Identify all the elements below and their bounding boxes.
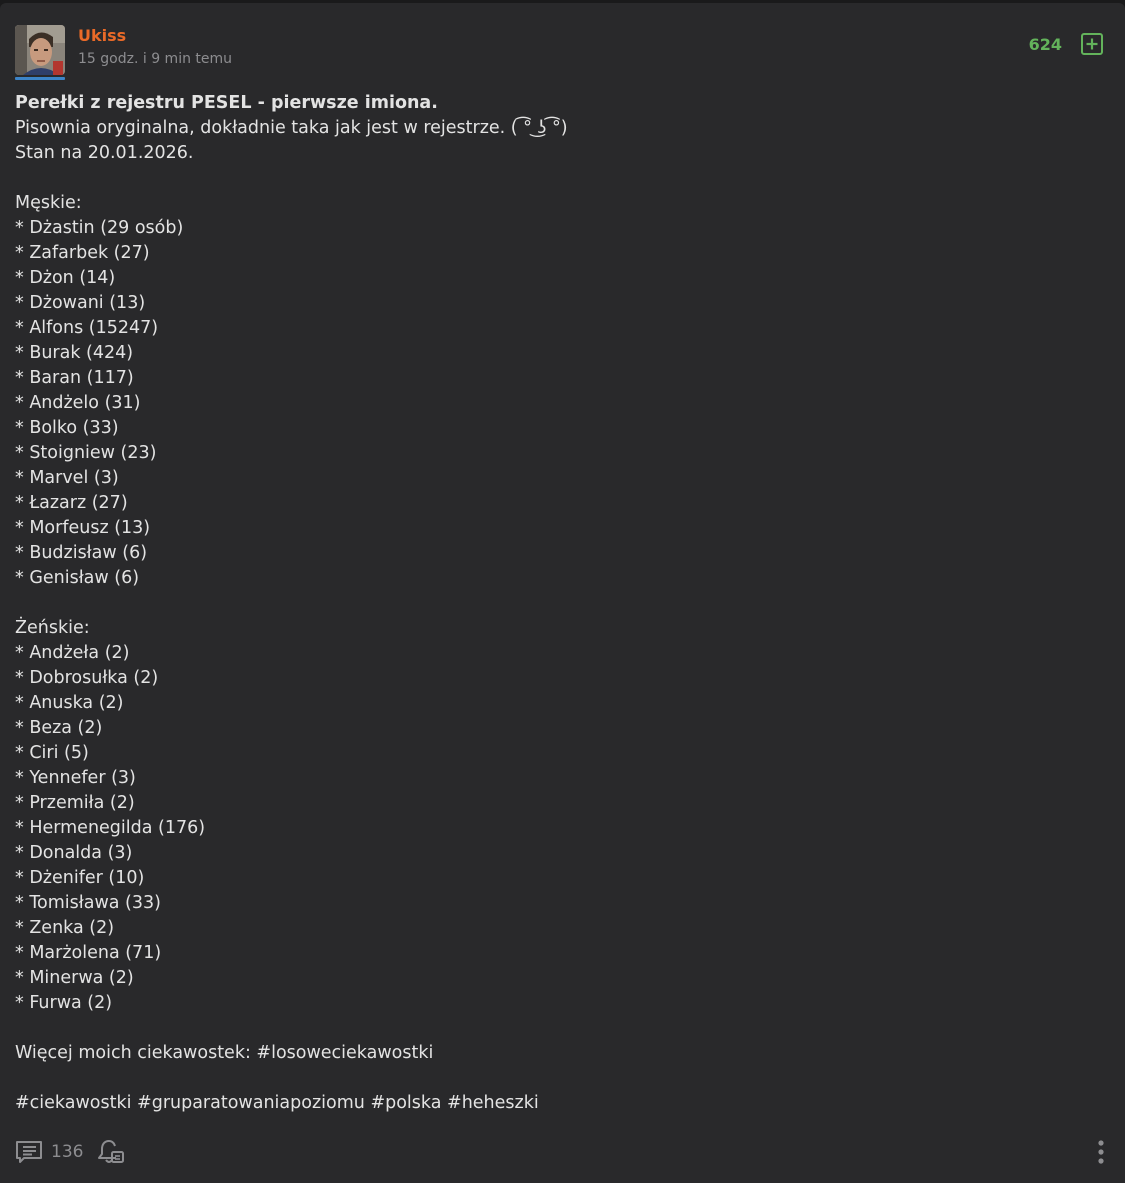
male-header: Męskie: [15,193,82,213]
list-item: * Marżolena (71) [15,943,162,963]
list-item: * Bolko (33) [15,418,119,438]
more-options-button[interactable] [1093,1139,1109,1165]
post-timestamp[interactable]: 15 godz. i 9 min temu [78,50,232,68]
tag-link[interactable]: #gruparatowaniapoziomu [137,1093,365,1113]
tag-link[interactable]: #polska [370,1093,441,1113]
upvote-button[interactable] [1081,33,1103,55]
list-item: * Andżeła (2) [15,643,130,663]
tag-link[interactable]: #losoweciekawostki [256,1043,433,1063]
list-item: * Zenka (2) [15,918,115,938]
comments-count[interactable]: 136 [51,1141,83,1163]
tag-link[interactable]: #heheszki [447,1093,539,1113]
list-item: * Yennefer (3) [15,768,136,788]
entry-footer: 136 [15,1138,1110,1166]
list-item: * Ciri (5) [15,743,89,763]
bell-icon [98,1140,124,1163]
list-item: * Stoigniew (23) [15,443,157,463]
avatar[interactable] [15,25,65,75]
list-item: * Morfeusz (13) [15,518,151,538]
list-item: * Marvel (3) [15,468,119,488]
list-item: * Alfons (15247) [15,318,159,338]
list-item: * Andżelo (31) [15,393,141,413]
list-item: * Minerwa (2) [15,968,134,988]
tag-link[interactable]: #ciekawostki [15,1093,131,1113]
list-item: * Hermenegilda (176) [15,818,206,838]
more-vertical-icon [1098,1140,1104,1164]
list-item: * Anuska (2) [15,693,124,713]
observe-button[interactable] [97,1138,125,1166]
list-item: * Genisław (6) [15,568,140,588]
list-item: * Budzisław (6) [15,543,148,563]
list-item: * Dżon (14) [15,268,116,288]
list-item: * Dobrosułka (2) [15,668,159,688]
vote-count: 624 [1028,35,1062,54]
list-item: * Burak (424) [15,343,134,363]
list-item: * Donalda (3) [15,843,133,863]
date-line: Stan na 20.01.2026. [15,143,194,163]
intro-line: Pisownia oryginalna, dokładnie taka jak … [15,118,568,138]
plus-square-icon [1081,33,1103,55]
list-item: * Dżastin (29 osób) [15,218,184,238]
list-item: * Baran (117) [15,368,134,388]
entry-title: Perełki z rejestru PESEL - pierwsze imio… [15,93,438,113]
list-item: * Dżowani (13) [15,293,146,313]
list-item: * Zafarbek (27) [15,243,150,263]
comments-button[interactable] [15,1139,43,1163]
list-item: * Łazarz (27) [15,493,128,513]
tags-line: #ciekawostki #gruparatowaniapoziomu #pol… [15,1091,1105,1116]
author-name[interactable]: Ukiss [78,26,126,46]
more-line: Więcej moich ciekawostek: #losoweciekawo… [15,1041,1105,1066]
entry-card: Ukiss 15 godz. i 9 min temu 624 Perełki … [0,3,1125,1183]
avatar-image [15,25,65,75]
list-item: * Tomisława (33) [15,893,161,913]
list-item: * Przemiła (2) [15,793,135,813]
comments-icon [16,1141,42,1163]
list-item: * Furwa (2) [15,993,113,1013]
more-text: Więcej moich ciekawostek: [15,1043,257,1063]
female-header: Żeńskie: [15,618,90,638]
list-item: * Beza (2) [15,718,103,738]
avatar-status-bar [15,77,65,80]
list-item: * Dżenifer (10) [15,868,145,888]
entry-body: Perełki z rejestru PESEL - pierwsze imio… [15,91,1105,1116]
